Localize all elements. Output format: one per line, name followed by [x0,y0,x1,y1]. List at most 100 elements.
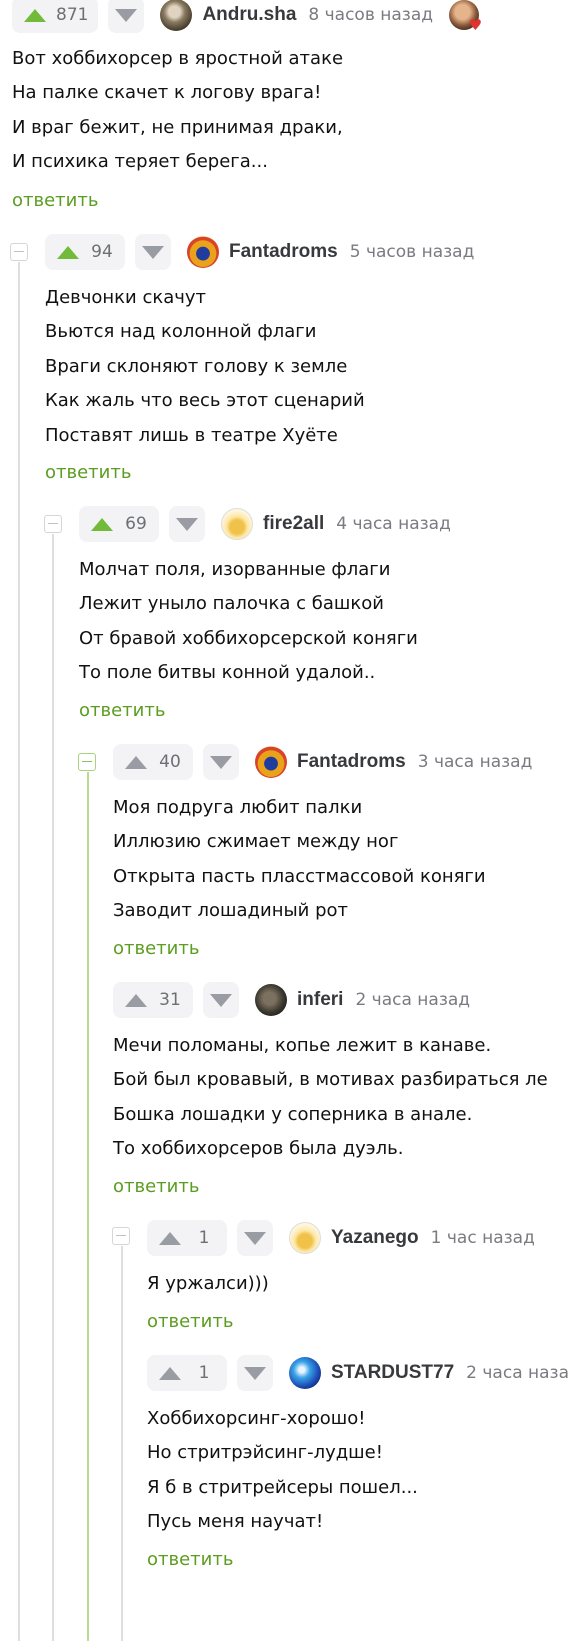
author-name[interactable]: STARDUST77 [331,1362,454,1384]
upvote-button[interactable]: 40 [113,744,193,780]
vote-group: 69 [79,506,205,542]
comment-header: 94 Fantadroms 5 часов назад [45,232,474,272]
comment-line: На палке скачет к логову врага! [12,82,322,104]
triangle-up-icon [91,517,113,531]
heart-icon: ♥ [468,16,483,34]
comment-thread: 871 Andru.sha 8 часов назад ♥ Вот хоббих… [0,0,569,1641]
reply-link[interactable]: ответить [79,700,165,721]
downvote-button[interactable] [169,506,205,542]
comment-header: 69 fire2all 4 часа назад [79,504,451,544]
comment-line: То хоббихорсеров была дуэль. [113,1138,404,1160]
avatar[interactable] [289,1357,321,1389]
comment-body: Вот хоббихорсер в яростной атаке На палк… [12,42,343,180]
rating-count: 1 [198,1228,210,1248]
collapse-button[interactable] [78,753,96,771]
comment-line: И враг бежит, не принимая драки, [12,116,343,138]
comment-line: Бой был кровавый, в мотивах разбираться … [113,1069,548,1091]
rating-count: 1 [198,1363,210,1383]
thread-line-3[interactable] [87,772,89,1641]
triangle-down-icon [244,1366,266,1380]
comment-body: Моя подруга любит палки Иллюзию сжимает … [113,791,486,929]
avatar[interactable] [255,746,287,778]
upvote-button[interactable]: 69 [79,506,159,542]
triangle-down-icon [210,755,232,769]
comment-time[interactable]: 3 часа назад [418,752,533,772]
downvote-button[interactable] [237,1220,273,1256]
triangle-down-icon [176,517,198,531]
comment-body: Девчонки скачут Вьются над колонной флаг… [45,281,365,453]
comment-line: Хоббихорсинг-хорошо! [147,1408,366,1429]
comment-time[interactable]: 5 часов назад [350,242,475,262]
triangle-up-icon [159,1231,181,1245]
downvote-button[interactable] [203,982,239,1018]
author-name[interactable]: Fantadroms [297,751,406,773]
triangle-up-icon [159,1366,181,1380]
user-badge: ♥ [449,0,483,34]
comment-line: Поставят лишь в театре Хуёте [45,424,338,446]
downvote-button[interactable] [108,0,145,33]
rating-count: 94 [91,242,113,262]
comment-header: 1 STARDUST77 2 часа наза [147,1353,569,1393]
reply-link[interactable]: ответить [12,190,98,211]
comment-time[interactable]: 2 часа назад [355,990,470,1010]
comment-line: То поле битвы конной удалой.. [79,662,376,684]
collapse-button[interactable] [44,515,62,533]
upvote-button[interactable]: 871 [12,0,99,33]
comment-header: 31 inferi 2 часа назад [113,980,470,1020]
comment-header: 1 Yazanego 1 час назад [147,1218,535,1258]
vote-group: 94 [45,234,171,270]
thread-line-5[interactable] [121,1246,123,1641]
comment-time[interactable]: 1 час назад [431,1228,535,1248]
comment-time[interactable]: 8 часов назад [308,5,433,25]
author-name[interactable]: fire2all [263,513,324,535]
comment-body: Молчат поля, изорванные флаги Лежит уныл… [79,553,418,691]
comment-body: Я уржалси))) [147,1267,269,1301]
author-name[interactable]: Yazanego [331,1227,419,1249]
vote-group: 40 [113,744,239,780]
reply-link[interactable]: ответить [113,1176,199,1197]
thread-line-1[interactable] [18,262,20,1641]
comment-line: Моя подруга любит палки [113,797,363,818]
upvote-button[interactable]: 31 [113,982,193,1018]
comment-line: Бошка лошадки у соперника в анале. [113,1103,473,1125]
triangle-up-icon [125,755,147,769]
comment-body: Мечи поломаны, копье лежит в канаве. Бой… [113,1029,548,1167]
comment-body: Хоббихорсинг-хорошо! Но стритрэйсинг-луд… [147,1402,418,1540]
comment-line: Вьются над колонной флаги [45,321,317,343]
vote-group: 31 [113,982,239,1018]
downvote-button[interactable] [135,234,171,270]
avatar[interactable] [221,508,253,540]
collapse-button[interactable] [10,243,28,261]
comment-time[interactable]: 2 часа наза [466,1363,569,1383]
comment-line: И психика теряет берега... [12,151,268,173]
triangle-down-icon [210,993,232,1007]
comment-time[interactable]: 4 часа назад [336,514,451,534]
upvote-button[interactable]: 1 [147,1220,227,1256]
collapse-button[interactable] [112,1227,130,1245]
avatar[interactable] [289,1222,321,1254]
avatar[interactable] [187,236,219,268]
reply-link[interactable]: ответить [147,1311,233,1332]
reply-link[interactable]: ответить [45,462,131,483]
downvote-button[interactable] [237,1355,273,1391]
reply-link[interactable]: ответить [147,1549,233,1570]
comment-line: Враги склоняют голову к земле [45,355,348,377]
rating-count: 40 [159,752,181,772]
thread-line-2[interactable] [52,534,54,1641]
downvote-button[interactable] [203,744,239,780]
avatar[interactable] [255,984,287,1016]
author-name[interactable]: inferi [297,989,343,1011]
comment-line: Я уржалси))) [147,1273,269,1294]
triangle-down-icon [244,1231,266,1245]
comment-line: От бравой хоббихорсерской коняги [79,627,418,649]
upvote-button[interactable]: 94 [45,234,125,270]
triangle-up-icon [125,993,147,1007]
author-name[interactable]: Andru.sha [202,4,296,26]
avatar[interactable] [160,0,193,31]
author-name[interactable]: Fantadroms [229,241,338,263]
reply-link[interactable]: ответить [113,938,199,959]
comment-header: 40 Fantadroms 3 часа назад [113,742,532,782]
upvote-button[interactable]: 1 [147,1355,227,1391]
comment-line: Иллюзию сжимает между ног [113,831,399,853]
comment-line: Мечи поломаны, копье лежит в канаве. [113,1035,492,1056]
